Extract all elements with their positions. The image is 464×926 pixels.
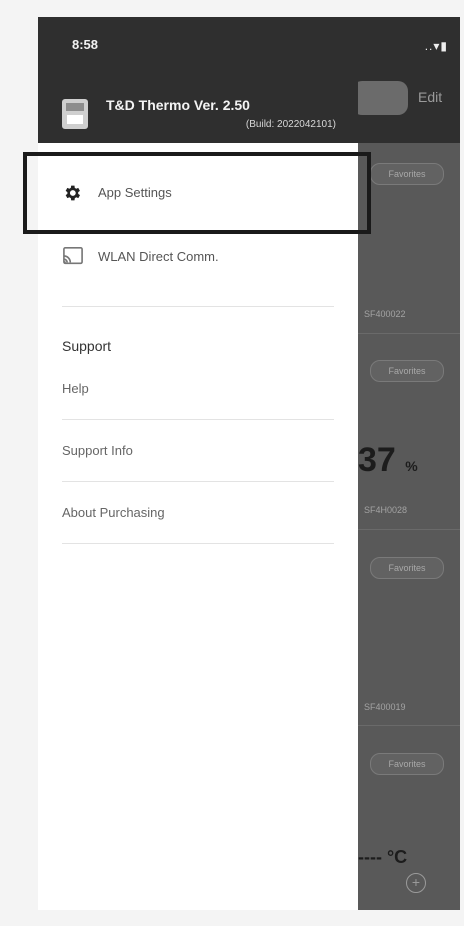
support-info-link[interactable]: Support Info — [62, 443, 133, 458]
status-time: 8:58 — [72, 37, 99, 52]
serial-number: SF4H0028 — [364, 505, 408, 515]
app-build: (Build: 2022042101) — [245, 119, 336, 130]
card-divider — [358, 529, 460, 530]
reading-value: 37 % — [358, 441, 418, 480]
favorites-chip: Favorites — [370, 163, 444, 185]
card-divider — [358, 725, 460, 726]
app-title: T&D Thermo Ver. 2.50 — [106, 97, 250, 113]
segment-control — [352, 81, 408, 115]
divider — [62, 306, 334, 307]
edit-button: Edit — [418, 89, 443, 105]
navigation-drawer: 8:58 T&D Thermo Ver. 2.50 (Build: 202204… — [38, 17, 358, 910]
support-section-title: Support — [62, 338, 112, 354]
serial-number: SF400019 — [364, 702, 406, 712]
divider — [62, 481, 334, 482]
divider — [62, 419, 334, 420]
favorites-chip: Favorites — [370, 557, 444, 579]
menu-item-wlan-direct[interactable]: WLAN Direct Comm. — [38, 231, 358, 283]
reading-unit: % — [405, 458, 418, 474]
background-topbar: ..▾▮ Edit — [352, 17, 460, 143]
serial-number: SF400022 — [364, 309, 406, 319]
add-icon: + — [406, 873, 426, 893]
app-logo-icon — [62, 99, 88, 129]
temperature-placeholder: ---- °C — [358, 847, 408, 867]
phone-screen: ..▾▮ Edit Favorites SF400022 Favorites 3… — [38, 17, 460, 910]
reading-number: 37 — [358, 441, 396, 479]
menu-item-label: WLAN Direct Comm. — [98, 249, 219, 264]
status-indicators: ..▾▮ — [424, 39, 448, 53]
favorites-chip: Favorites — [370, 360, 444, 382]
favorites-chip: Favorites — [370, 753, 444, 775]
cast-icon — [63, 247, 83, 265]
card-divider — [358, 333, 460, 334]
drawer-header: 8:58 T&D Thermo Ver. 2.50 (Build: 202204… — [38, 17, 358, 143]
highlight-box — [23, 152, 371, 234]
help-link[interactable]: Help — [62, 381, 89, 396]
about-purchasing-link[interactable]: About Purchasing — [62, 505, 165, 520]
background-app: ..▾▮ Edit Favorites SF400022 Favorites 3… — [352, 17, 460, 910]
divider — [62, 543, 334, 544]
